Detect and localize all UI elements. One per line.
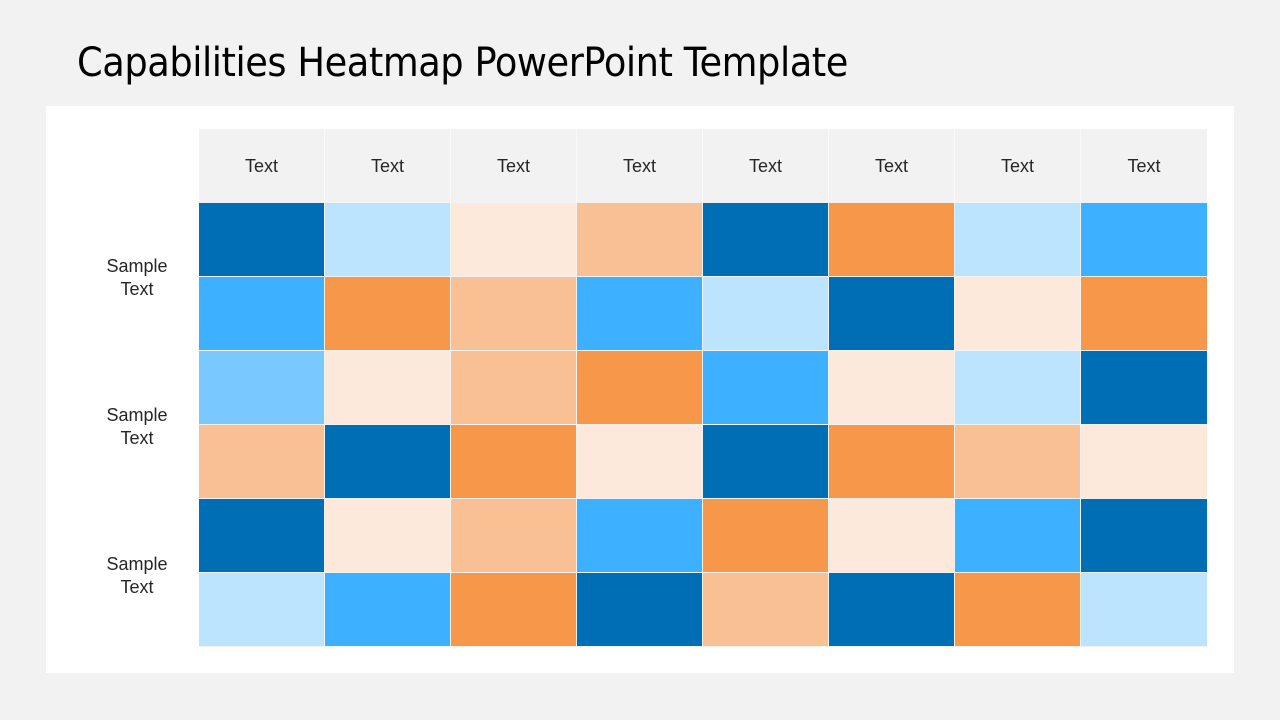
heatmap-cell (325, 351, 451, 425)
row-group-label-3-line2: Text (120, 577, 154, 597)
column-header-row: Text Text Text Text Text Text Text Text (199, 129, 1207, 203)
heatmap-cell (199, 573, 325, 647)
row-group-label-3: Sample Text (86, 553, 188, 599)
heatmap-row (199, 203, 1207, 277)
heatmap-cell (955, 277, 1081, 351)
heatmap-cell (199, 203, 325, 277)
heatmap-row (199, 425, 1207, 499)
heatmap-cell (1081, 351, 1207, 425)
heatmap-cell (199, 351, 325, 425)
heatmap-cell (325, 499, 451, 573)
heatmap-cell (829, 425, 955, 499)
heatmap-cell (1081, 573, 1207, 647)
heatmap-cell (703, 573, 829, 647)
heatmap-cell (703, 425, 829, 499)
heatmap-cell (1081, 499, 1207, 573)
heatmap-cell (451, 351, 577, 425)
heatmap-cell (325, 573, 451, 647)
heatmap-cell (451, 203, 577, 277)
heatmap-cell (703, 499, 829, 573)
column-header: Text (451, 129, 577, 203)
heatmap-cell (955, 351, 1081, 425)
heatmap-cell (199, 277, 325, 351)
heatmap-cell (955, 499, 1081, 573)
heatmap-cell (325, 425, 451, 499)
heatmap-cell (1081, 277, 1207, 351)
heatmap-cell (577, 203, 703, 277)
heatmap-cell (1081, 425, 1207, 499)
heatmap-cell (577, 573, 703, 647)
heatmap-cell (955, 425, 1081, 499)
heatmap-cell (577, 277, 703, 351)
heatmap-cell (577, 499, 703, 573)
heatmap-cell (703, 277, 829, 351)
heatmap-cell (829, 499, 955, 573)
slide-title: Capabilities Heatmap PowerPoint Template (77, 40, 848, 86)
heatmap-cell (829, 573, 955, 647)
row-group-label-1-line1: Sample (106, 256, 168, 276)
heatmap-cell (1081, 203, 1207, 277)
heatmap-row (199, 573, 1207, 647)
heatmap-cell (955, 573, 1081, 647)
heatmap-row (199, 277, 1207, 351)
column-header: Text (325, 129, 451, 203)
heatmap-grid: Text Text Text Text Text Text Text Text (199, 129, 1207, 647)
column-header: Text (199, 129, 325, 203)
heatmap-cell (451, 573, 577, 647)
heatmap-cell (955, 203, 1081, 277)
row-group-label-3-line1: Sample (106, 554, 168, 574)
heatmap-cell (829, 203, 955, 277)
column-header: Text (955, 129, 1081, 203)
heatmap-cell (703, 203, 829, 277)
column-header: Text (703, 129, 829, 203)
column-header: Text (829, 129, 955, 203)
heatmap-cell (703, 351, 829, 425)
heatmap-row (199, 499, 1207, 573)
row-group-label-2-line1: Sample (106, 405, 168, 425)
row-group-label-2-line2: Text (120, 428, 154, 448)
heatmap-body (199, 203, 1207, 647)
row-group-label-2: Sample Text (86, 404, 188, 450)
column-header: Text (1081, 129, 1207, 203)
heatmap-cell (829, 351, 955, 425)
heatmap-cell (325, 203, 451, 277)
row-group-label-1-line2: Text (120, 279, 154, 299)
heatmap-cell (325, 277, 451, 351)
heatmap-cell (451, 277, 577, 351)
column-header: Text (577, 129, 703, 203)
heatmap-cell (577, 351, 703, 425)
heatmap-cell (577, 425, 703, 499)
heatmap-row (199, 351, 1207, 425)
row-group-label-1: Sample Text (86, 255, 188, 301)
heatmap-cell (451, 499, 577, 573)
heatmap-cell (829, 277, 955, 351)
heatmap-cell (451, 425, 577, 499)
heatmap-cell (199, 425, 325, 499)
heatmap-cell (199, 499, 325, 573)
